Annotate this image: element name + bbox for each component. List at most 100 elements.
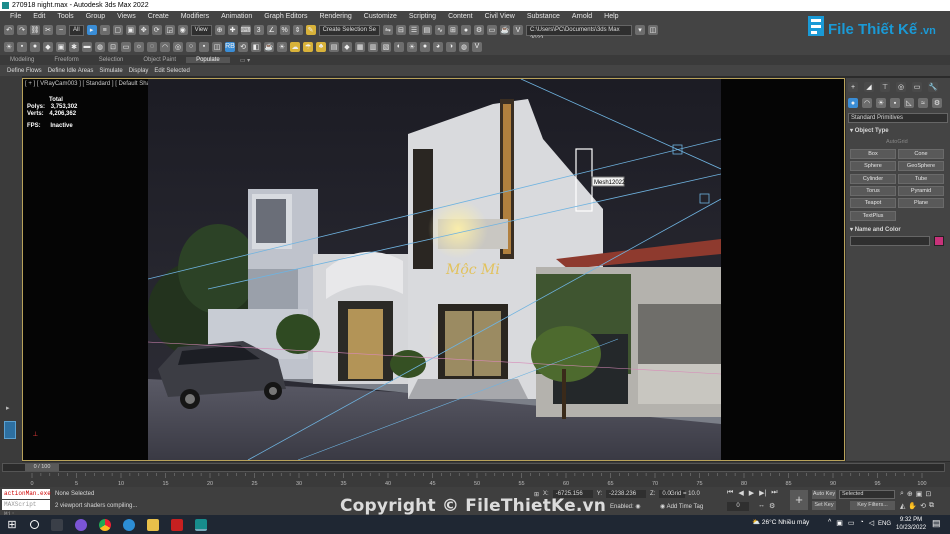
link-icon[interactable]: ⛓ — [30, 25, 40, 35]
render-region-icon[interactable]: ◧ — [251, 41, 261, 52]
object-color-swatch[interactable] — [934, 236, 944, 246]
wifi-icon[interactable]: ◔ — [860, 519, 864, 527]
window-crossing-icon[interactable]: ▣ — [125, 25, 136, 35]
subtab-display[interactable]: Display — [126, 68, 152, 74]
hierarchy-tab-icon[interactable]: ⊤ — [880, 82, 890, 92]
zoom-all-icon[interactable]: ⊕ — [907, 490, 913, 498]
field-of-view-icon[interactable]: ◭ — [900, 502, 905, 510]
vray-ambient-icon[interactable]: ○ — [186, 41, 196, 52]
set-key-big-button[interactable]: + — [790, 490, 808, 510]
bind-spacewarp-icon[interactable]: ~ — [56, 25, 66, 35]
geometry-category-icon[interactable]: ● — [848, 98, 858, 108]
next-frame-icon[interactable]: ▶| — [759, 489, 766, 497]
snaps-toggle-icon[interactable]: 3 — [253, 25, 264, 35]
autocad-icon[interactable] — [171, 518, 183, 531]
time-configuration-icon[interactable]: ⚙ — [769, 502, 775, 510]
menu-item-animation[interactable]: Animation — [215, 13, 258, 20]
menu-item-file[interactable]: File — [4, 13, 27, 20]
autogrid-checkbox[interactable]: AutoGrid — [886, 139, 908, 145]
windows-start-icon[interactable]: ⊞ — [6, 519, 18, 531]
y-coordinate-field[interactable]: -2238.236 — [606, 490, 647, 498]
ribbon-tab-selection[interactable]: Selection — [89, 57, 134, 63]
menu-item-content[interactable]: Content — [442, 13, 479, 20]
align-icon[interactable]: ⊟ — [395, 25, 406, 35]
shapes-category-icon[interactable]: ◠ — [862, 98, 872, 108]
shader-ball-icon[interactable]: ◕ — [433, 41, 443, 52]
light-icon[interactable]: ☀ — [4, 41, 14, 52]
scene-explorer-icon[interactable]: ▤ — [421, 25, 432, 35]
menu-item-substance[interactable]: Substance — [521, 13, 566, 20]
create-plane-button[interactable]: Plane — [898, 198, 944, 209]
orbit-icon[interactable]: ⟲ — [920, 502, 926, 510]
menu-item-scripting[interactable]: Scripting — [403, 13, 442, 20]
messenger-icon[interactable] — [75, 518, 87, 531]
redo-icon[interactable]: ↷ — [17, 25, 27, 35]
select-object-icon[interactable]: ▸ — [86, 25, 97, 35]
zalo-icon[interactable] — [123, 518, 135, 531]
curve-editor-icon[interactable]: ∿ — [434, 25, 445, 35]
menu-item-graph-editors[interactable]: Graph Editors — [258, 13, 313, 20]
create-tab-icon[interactable]: + — [848, 82, 858, 92]
sphere-icon[interactable]: ● — [30, 41, 40, 52]
gradient-icon[interactable]: ◐ — [394, 41, 404, 52]
cloud-icon[interactable]: ☁ — [290, 41, 300, 52]
spacewarps-category-icon[interactable]: ≈ — [918, 98, 928, 108]
menu-item-arnold[interactable]: Arnold — [566, 13, 598, 20]
rendered-frame-icon[interactable]: ▭ — [486, 25, 497, 35]
vray-sun-icon[interactable]: ☼ — [134, 41, 144, 52]
menu-item-edit[interactable]: Edit — [27, 13, 51, 20]
add-time-tag[interactable]: ◉ Add Time Tag — [660, 503, 703, 510]
time-slider-thumb[interactable]: 0 / 100 — [25, 464, 59, 471]
object-type-rollout[interactable]: ▾ Object Type — [850, 127, 889, 134]
notifications-icon[interactable]: ▤ — [932, 518, 941, 529]
named-selection-sets-dropdown[interactable]: Create Selection Se — [318, 24, 380, 36]
table-icon[interactable]: ▥ — [368, 41, 378, 52]
vray-physical-camera-icon[interactable]: ◫ — [212, 41, 222, 52]
render-badge[interactable]: RB — [225, 41, 235, 52]
create-cylinder-button[interactable]: Cylinder — [850, 173, 896, 184]
create-tube-button[interactable]: Tube — [898, 173, 944, 184]
geometry-icon[interactable]: ◆ — [342, 41, 352, 52]
rect-selection-icon[interactable]: ▢ — [112, 25, 123, 35]
unlink-icon[interactable]: ✂ — [43, 25, 53, 35]
material-editor-icon[interactable]: ● — [460, 25, 471, 35]
tray-arrow-icon[interactable]: ^ — [828, 519, 831, 527]
render-history-icon[interactable]: ⟲ — [238, 41, 248, 52]
vray-plane-icon[interactable]: ▬ — [82, 41, 92, 52]
search-icon[interactable] — [30, 520, 39, 529]
teapot-icon[interactable]: ☕ — [264, 41, 274, 52]
select-scale-icon[interactable]: ◲ — [164, 25, 175, 35]
menu-item-modifiers[interactable]: Modifiers — [175, 13, 215, 20]
vray-fur-icon[interactable]: ✱ — [69, 41, 79, 52]
subtab-simulate[interactable]: Simulate — [96, 68, 125, 74]
undo-icon[interactable]: ↶ — [4, 25, 14, 35]
grid-icon[interactable]: ▦ — [355, 41, 365, 52]
vray-sphere-icon[interactable]: ◍ — [95, 41, 105, 52]
select-rotate-icon[interactable]: ⟳ — [151, 25, 162, 35]
keyboard-shortcut-icon[interactable]: ⌨ — [241, 25, 251, 35]
ribbon-options-icon[interactable]: ▭ ▾ — [230, 57, 260, 64]
mirror-icon[interactable]: ⇋ — [382, 25, 393, 35]
render-production-icon[interactable]: ☕ — [499, 25, 510, 35]
create-torus-button[interactable]: Torus — [850, 185, 896, 196]
select-move-icon[interactable]: ✥ — [138, 25, 149, 35]
network-icon[interactable]: ▭ — [848, 519, 855, 527]
angle-snap-icon[interactable]: ∠ — [266, 25, 277, 35]
motion-tab-icon[interactable]: ◎ — [896, 82, 906, 92]
systems-category-icon[interactable]: ⚙ — [932, 98, 942, 108]
create-sphere-button[interactable]: Sphere — [850, 161, 896, 172]
chrome-icon[interactable] — [99, 518, 111, 531]
create-cone-button[interactable]: Cone — [898, 149, 944, 159]
layer-explorer-icon[interactable]: ☰ — [408, 25, 419, 35]
vray-dome-icon[interactable]: ◠ — [160, 41, 170, 52]
edit-named-sets-icon[interactable]: ✎ — [305, 25, 316, 35]
input-language[interactable]: ENG — [878, 521, 891, 527]
menu-item-help[interactable]: Help — [598, 13, 624, 20]
menu-item-views[interactable]: Views — [111, 13, 142, 20]
zoom-extents-icon[interactable]: ▣ — [916, 490, 923, 498]
vray-logo-icon[interactable]: V — [472, 41, 482, 52]
previous-frame-icon[interactable]: ◀ — [738, 489, 743, 497]
go-to-end-icon[interactable]: ⏭ — [771, 489, 777, 497]
ribbon-tab-modeling[interactable]: Modeling — [0, 57, 44, 63]
sun-positioner-icon[interactable]: ☀ — [277, 41, 287, 52]
